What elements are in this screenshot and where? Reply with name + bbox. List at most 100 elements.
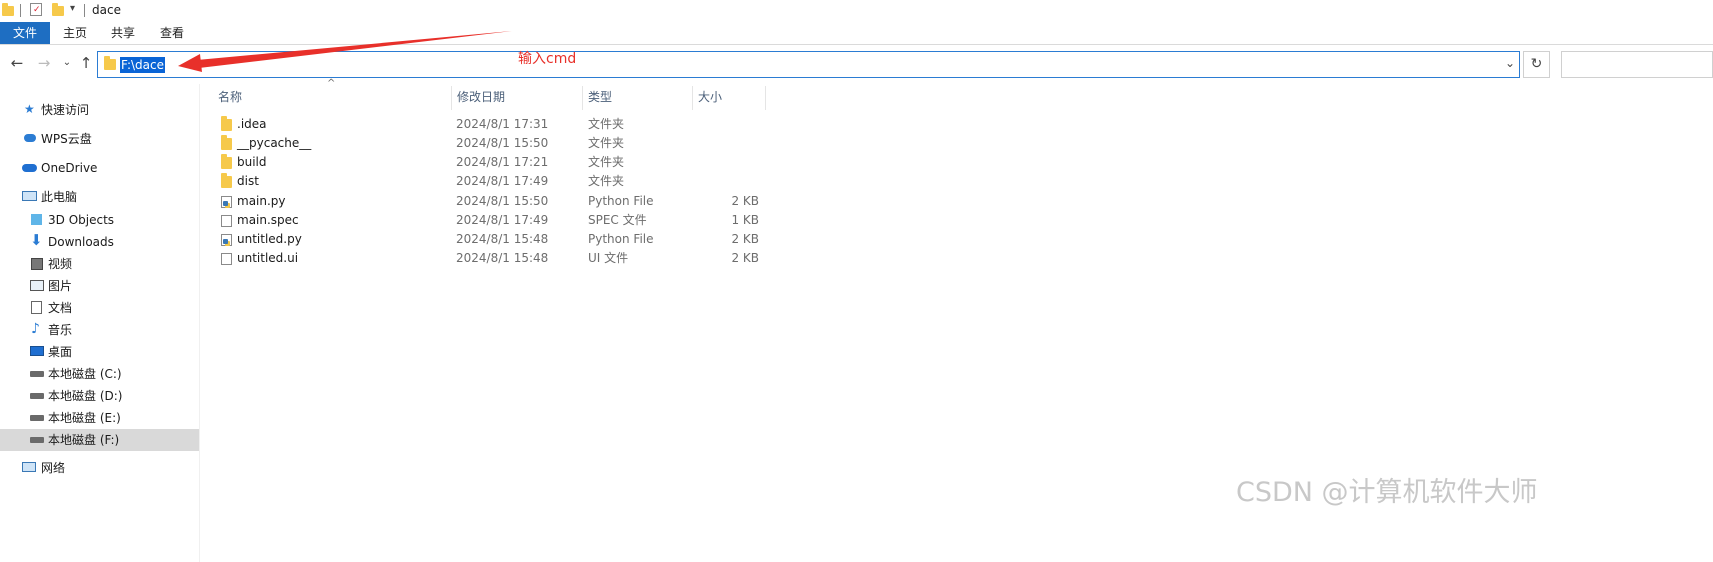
- file-type: Python File: [588, 232, 654, 246]
- drive-icon: [30, 415, 44, 421]
- sidebar-item-label: 本地磁盘 (C:): [48, 367, 122, 381]
- file-name: untitled.ui: [237, 251, 299, 265]
- sidebar-item-drive-c[interactable]: 本地磁盘 (C:): [0, 363, 199, 385]
- sidebar-item-documents[interactable]: 文档: [0, 297, 199, 319]
- folder-icon: [221, 154, 232, 169]
- file-date: 2024/8/1 15:48: [456, 232, 549, 246]
- watermark: CSDN @计算机软件大师: [1236, 477, 1538, 508]
- file-size: 1 KB: [731, 213, 759, 227]
- column-header-date[interactable]: 修改日期: [457, 86, 505, 108]
- folder-icon: [221, 116, 232, 131]
- sidebar-item-label: 此电脑: [41, 190, 78, 204]
- column-header-size[interactable]: 大小: [698, 86, 722, 108]
- music-icon: ♪: [31, 321, 40, 337]
- file-row[interactable]: dist 2024/8/1 17:49 文件夹: [215, 172, 775, 191]
- file-type: 文件夹: [588, 155, 625, 169]
- python-file-icon: [221, 196, 232, 208]
- file-name: __pycache__: [237, 136, 312, 150]
- file-type: Python File: [588, 194, 654, 208]
- sidebar-item-label: 网络: [41, 461, 66, 475]
- file-size: 2 KB: [731, 232, 759, 246]
- file-name: main.py: [237, 194, 286, 208]
- file-row[interactable]: .idea 2024/8/1 17:31 文件夹: [215, 115, 775, 134]
- column-divider[interactable]: [765, 86, 766, 110]
- file-date: 2024/8/1 17:49: [456, 213, 549, 227]
- sidebar-item-label: 文档: [48, 301, 73, 315]
- file-date: 2024/8/1 15:48: [456, 251, 549, 265]
- sidebar-item-label: 图片: [48, 279, 73, 293]
- column-divider[interactable]: [451, 86, 452, 110]
- sidebar-divider: [199, 84, 200, 562]
- file-row[interactable]: untitled.py 2024/8/1 15:48 Python File 2…: [215, 230, 775, 249]
- sidebar-item-label: 视频: [48, 257, 73, 271]
- drive-icon: [30, 371, 44, 377]
- file-type: 文件夹: [588, 174, 625, 188]
- sidebar-item-videos[interactable]: 视频: [0, 253, 199, 275]
- sidebar-item-drive-d[interactable]: 本地磁盘 (D:): [0, 385, 199, 407]
- sidebar-item-music[interactable]: ♪ 音乐: [0, 319, 199, 341]
- column-header-name[interactable]: 名称: [218, 86, 242, 108]
- file-type: UI 文件: [588, 251, 629, 265]
- sidebar-item-label: 3D Objects: [48, 213, 115, 227]
- file-size: 2 KB: [731, 194, 759, 208]
- sidebar-item-label: OneDrive: [41, 161, 98, 175]
- file-type: SPEC 文件: [588, 213, 647, 227]
- drive-icon: [30, 393, 44, 399]
- sidebar-item-drive-e[interactable]: 本地磁盘 (E:): [0, 407, 199, 429]
- annotation-arrow-head: [178, 54, 202, 72]
- drive-icon: [30, 437, 44, 443]
- file-date: 2024/8/1 17:49: [456, 174, 549, 188]
- annotation-arrow-shaft: [197, 31, 512, 68]
- file-date: 2024/8/1 17:31: [456, 117, 549, 131]
- sidebar-item-label: Downloads: [48, 235, 114, 249]
- sidebar-item-quick-access[interactable]: ★ 快速访问: [0, 99, 199, 121]
- file-row[interactable]: build 2024/8/1 17:21 文件夹: [215, 153, 775, 172]
- file-name: main.spec: [237, 213, 299, 227]
- sidebar-item-onedrive[interactable]: OneDrive: [0, 157, 199, 179]
- sidebar-item-label: WPS云盘: [41, 132, 92, 146]
- file-name: untitled.py: [237, 232, 302, 246]
- picture-icon: [30, 280, 44, 291]
- column-header-type[interactable]: 类型: [588, 86, 612, 108]
- folder-icon: [221, 173, 232, 188]
- download-icon: ⬇: [30, 231, 43, 249]
- sidebar-item-label: 本地磁盘 (E:): [48, 411, 121, 425]
- sort-ascending-icon: ^: [327, 78, 336, 89]
- column-divider[interactable]: [582, 86, 583, 110]
- sidebar-item-desktop[interactable]: 桌面: [0, 341, 199, 363]
- sidebar-item-this-pc[interactable]: 此电脑: [0, 186, 199, 208]
- file-icon: [221, 215, 232, 227]
- star-icon: ★: [24, 102, 35, 116]
- file-date: 2024/8/1 15:50: [456, 136, 549, 150]
- file-row[interactable]: __pycache__ 2024/8/1 15:50 文件夹: [215, 134, 775, 153]
- sidebar-item-pictures[interactable]: 图片: [0, 275, 199, 297]
- file-name: .idea: [237, 117, 267, 131]
- sidebar-item-label: 本地磁盘 (D:): [48, 389, 123, 403]
- file-name: dist: [237, 174, 259, 188]
- sidebar-item-wps-cloud[interactable]: WPS云盘: [0, 128, 199, 150]
- column-divider[interactable]: [692, 86, 693, 110]
- file-date: 2024/8/1 15:50: [456, 194, 549, 208]
- onedrive-icon: [22, 164, 37, 172]
- folder-icon: [221, 135, 232, 150]
- sidebar-item-3d-objects[interactable]: 3D Objects: [0, 209, 199, 231]
- sidebar-item-label: 快速访问: [41, 103, 90, 117]
- file-icon: [221, 253, 232, 265]
- file-row[interactable]: untitled.ui 2024/8/1 15:48 UI 文件 2 KB: [215, 249, 775, 268]
- file-row[interactable]: main.py 2024/8/1 15:50 Python File 2 KB: [215, 192, 775, 211]
- desktop-icon: [30, 346, 44, 356]
- sidebar-item-downloads[interactable]: ⬇ Downloads: [0, 231, 199, 253]
- sidebar-item-label: 音乐: [48, 323, 73, 337]
- file-type: 文件夹: [588, 117, 625, 131]
- sidebar-item-drive-f[interactable]: 本地磁盘 (F:): [0, 429, 199, 451]
- network-icon: [22, 462, 36, 472]
- document-icon: [31, 301, 42, 314]
- file-type: 文件夹: [588, 136, 625, 150]
- file-size: 2 KB: [731, 251, 759, 265]
- sidebar-item-label: 本地磁盘 (F:): [48, 433, 120, 447]
- cube-icon: [31, 214, 42, 225]
- cloud-icon: [24, 134, 36, 142]
- file-name: build: [237, 155, 267, 169]
- sidebar-item-network[interactable]: 网络: [0, 457, 199, 479]
- file-row[interactable]: main.spec 2024/8/1 17:49 SPEC 文件 1 KB: [215, 211, 775, 230]
